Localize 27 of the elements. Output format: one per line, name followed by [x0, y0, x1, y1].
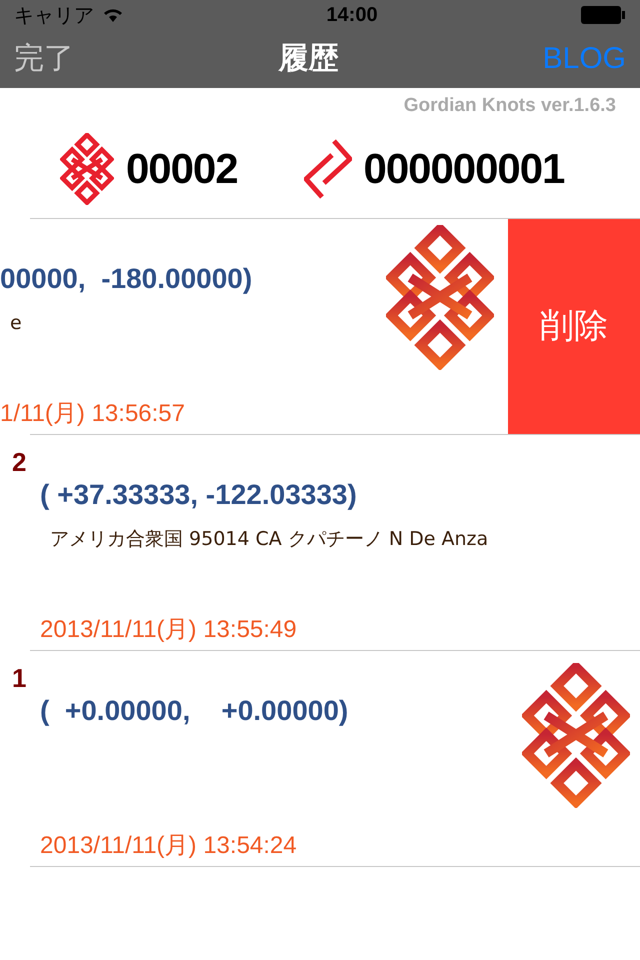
timestamp: 2013/11/11(月) 13:55:49: [40, 618, 298, 642]
address: e: [9, 310, 23, 336]
counter-value: 000000001: [364, 148, 564, 190]
coordinates: ( +37.33333, -122.03333): [40, 480, 358, 508]
history-row[interactable]: 2 ( +37.33333, -122.03333) アメリカ合衆国 95014 CA クパチーノ N De Anza 2013/11/11(月) 13:55:49: [0, 434, 640, 650]
coordinates: 00000, -180.00000): [0, 264, 254, 292]
battery-icon: [580, 5, 626, 25]
history-row[interactable]: 00000, -180.00000) e 1/11(月) 13:56:57 削除: [0, 218, 640, 434]
knot-icon: [60, 132, 114, 206]
done-button[interactable]: 完了: [14, 44, 74, 74]
delete-button[interactable]: 削除: [508, 218, 640, 434]
entry-number: 2: [12, 448, 26, 474]
version-label: Gordian Knots ver.1.6.3: [404, 94, 616, 118]
entry-number: 1: [12, 664, 26, 690]
carrier-name: キャリア: [14, 2, 94, 29]
history-row[interactable]: 1 ( +0.00000, +0.00000) 2013/11/11(月) 13:54:24: [0, 650, 640, 866]
coordinates: ( +0.00000, +0.00000): [40, 696, 350, 724]
address: アメリカ合衆国 95014 CA クパチーノ N De Anza: [49, 526, 490, 552]
clock: 14:00: [326, 3, 378, 28]
timestamp: 1/11(月) 13:56:57: [0, 402, 186, 426]
wifi-icon: [102, 7, 124, 23]
timestamp: 2013/11/11(月) 13:54:24: [40, 834, 298, 858]
counter-value: 00002: [126, 148, 238, 190]
screen-title: 履歴: [278, 44, 338, 74]
knot-icon: [522, 662, 630, 808]
knot-icon: [386, 224, 494, 370]
chain-link-icon: [304, 137, 352, 201]
